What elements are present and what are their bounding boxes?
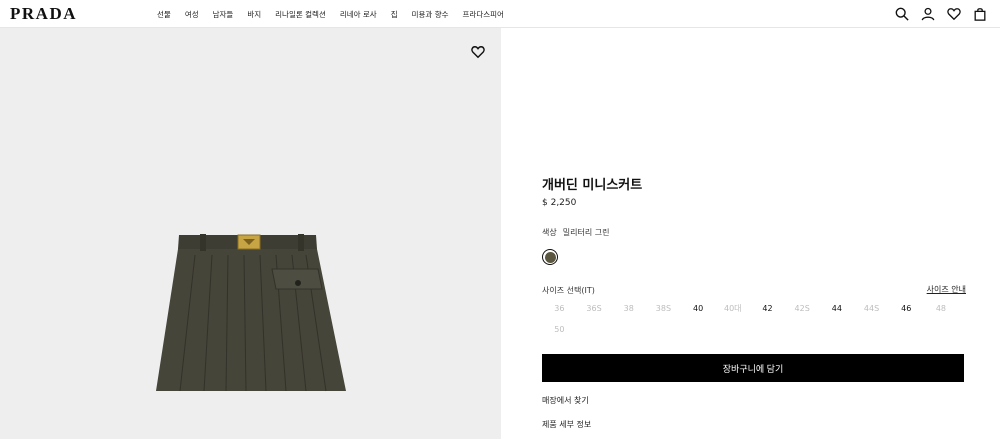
- site-header: PRADA 선물 여성 남자들 바지 리나일론 컬렉션 리네아 로사 집 미용과…: [0, 0, 1000, 28]
- size-option[interactable]: 50: [542, 324, 577, 345]
- color-row: 색상 밀리터리 그린: [542, 227, 609, 238]
- add-to-cart-button[interactable]: 장바구니에 담기: [542, 354, 964, 382]
- size-option[interactable]: 40: [681, 303, 716, 324]
- size-option[interactable]: 48: [924, 303, 959, 324]
- size-option[interactable]: 36S: [577, 303, 612, 324]
- size-option[interactable]: 44: [820, 303, 855, 324]
- color-swatch[interactable]: [542, 249, 558, 265]
- size-option[interactable]: 42S: [785, 303, 820, 324]
- nav-item-linea-rossa[interactable]: 리네아 로사: [340, 9, 377, 20]
- nav-item-gifts[interactable]: 선물: [157, 9, 171, 20]
- product-details-link[interactable]: 제품 세부 정보: [542, 419, 591, 430]
- nav-item-beauty[interactable]: 미용과 향수: [412, 9, 449, 20]
- size-options: 36 36S 38 38S 40 40대 42 42S 44 44S 46 48…: [542, 303, 966, 345]
- prada-logo[interactable]: PRADA: [10, 4, 77, 24]
- nav-item-pradasphere[interactable]: 프라다스피어: [463, 9, 504, 20]
- color-value: 밀리터리 그린: [562, 228, 610, 237]
- size-option[interactable]: 44S: [854, 303, 889, 324]
- search-icon[interactable]: [894, 6, 910, 22]
- color-label: 색상: [542, 228, 557, 237]
- heart-icon[interactable]: [946, 6, 962, 22]
- bag-icon[interactable]: [972, 6, 988, 22]
- size-option[interactable]: 40대: [715, 303, 750, 324]
- size-option[interactable]: 38S: [646, 303, 681, 324]
- header-actions: [884, 6, 988, 22]
- size-option[interactable]: 46: [889, 303, 924, 324]
- size-option[interactable]: 36: [542, 303, 577, 324]
- main-nav: 선물 여성 남자들 바지 리나일론 컬렉션 리네아 로사 집 미용과 향수 프라…: [157, 0, 518, 28]
- size-option[interactable]: 38: [611, 303, 646, 324]
- find-in-store-link[interactable]: 매장에서 찾기: [542, 395, 589, 406]
- nav-item-men[interactable]: 남자들: [213, 9, 234, 20]
- product-image: [156, 234, 346, 392]
- product-title: 개버딘 미니스커트: [542, 178, 643, 193]
- product-image-panel: [0, 28, 501, 439]
- nav-item-pants[interactable]: 바지: [247, 9, 261, 20]
- nav-item-women[interactable]: 여성: [185, 9, 199, 20]
- size-guide-link[interactable]: 사이즈 안내: [927, 284, 966, 295]
- product-price: $ 2,250: [542, 198, 577, 208]
- nav-item-home[interactable]: 집: [391, 9, 398, 20]
- size-option[interactable]: 42: [750, 303, 785, 324]
- swatch-fill: [544, 251, 556, 263]
- heart-icon[interactable]: [471, 44, 485, 59]
- account-icon[interactable]: [920, 6, 936, 22]
- size-select-label: 사이즈 선택(IT): [542, 286, 595, 295]
- nav-item-re-nylon[interactable]: 리나일론 컬렉션: [275, 9, 326, 20]
